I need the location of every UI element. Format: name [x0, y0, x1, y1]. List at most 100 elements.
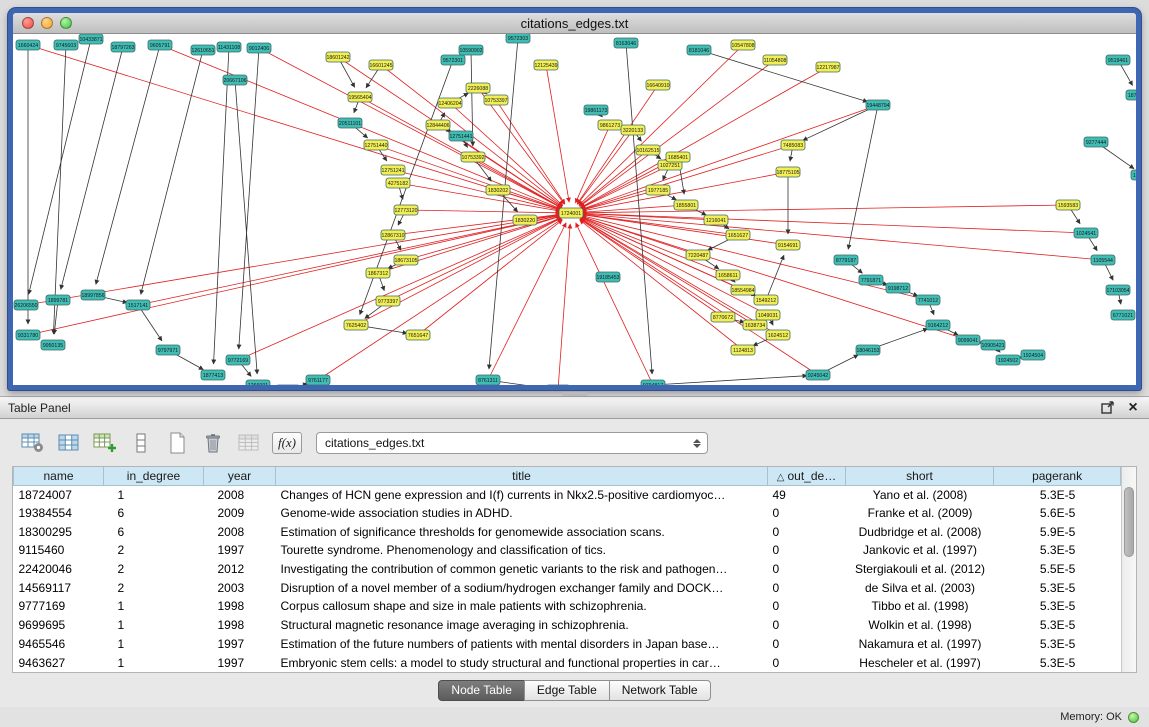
table-cell[interactable]: 0 [768, 597, 846, 616]
citation-edge[interactable] [489, 38, 518, 369]
graph-node[interactable]: 8761311 [476, 375, 500, 385]
table-selector-dropdown[interactable]: citations_edges.txt [316, 432, 708, 454]
graph-node[interactable]: 9099041 [956, 335, 980, 345]
graph-node[interactable]: 12844406 [426, 120, 450, 130]
graph-node[interactable]: 9745603 [54, 40, 78, 50]
graph-node[interactable]: 12751241 [381, 165, 405, 175]
graph-node[interactable]: 1638734 [743, 320, 767, 330]
network-window[interactable]: citations_edges.txt 16604249745603104338… [8, 8, 1141, 390]
citation-edge[interactable] [61, 47, 123, 289]
graph-node[interactable]: 19565404 [348, 92, 372, 102]
zoom-window-button[interactable] [60, 17, 72, 29]
column-header-short[interactable]: short [846, 467, 994, 485]
graph-node[interactable]: 1049031 [756, 310, 780, 320]
table-cell[interactable]: 2009 [204, 504, 276, 523]
table-cell[interactable]: 1 [104, 485, 204, 504]
function-builder-button[interactable]: f(x) [272, 432, 302, 454]
citation-edge[interactable] [766, 255, 784, 300]
table-cell[interactable]: Stergiakouli et al. (2012) [846, 560, 994, 579]
citation-edge-red[interactable] [28, 45, 560, 210]
graph-node[interactable]: 10590902 [459, 45, 483, 55]
graph-node[interactable]: 9154691 [776, 240, 800, 250]
table-cell[interactable]: 5.3E-5 [994, 653, 1121, 672]
graph-node[interactable]: 1977185 [646, 185, 670, 195]
table-cell[interactable]: Embryonic stem cells: a model to study s… [276, 653, 768, 672]
graph-node[interactable]: 1024541 [1074, 228, 1098, 238]
table-cell[interactable]: 1 [104, 616, 204, 635]
table-cell[interactable]: 5.3E-5 [994, 485, 1121, 504]
tab-node-table[interactable]: Node Table [438, 680, 525, 701]
table-cell[interactable]: 2008 [204, 522, 276, 541]
citation-edge[interactable] [239, 48, 259, 349]
graph-node[interactable]: 18797263 [111, 42, 135, 52]
table-cell[interactable]: 0 [768, 635, 846, 654]
graph-node[interactable]: 11431108 [217, 42, 241, 52]
table-cell[interactable]: 9777169 [14, 597, 104, 616]
graph-node[interactable]: 20511101 [338, 118, 362, 128]
table-cell[interactable]: Estimation of the future numbers of pati… [276, 635, 768, 654]
table-cell[interactable]: 5.3E-5 [994, 541, 1121, 560]
citation-edge-red[interactable] [582, 213, 1086, 233]
table-columns-icon[interactable] [56, 431, 82, 455]
citation-edge-red[interactable] [580, 60, 775, 206]
citation-edge-red[interactable] [578, 130, 633, 204]
table-row[interactable]: 969969511998Structural magnetic resonanc… [14, 616, 1121, 635]
graph-node[interactable]: 26206550 [14, 300, 38, 310]
graph-node[interactable]: 1867312 [366, 268, 390, 278]
citation-edge-red[interactable] [398, 183, 560, 211]
graph-node[interactable]: 10753392 [461, 152, 485, 162]
graph-node[interactable]: 12751441 [449, 131, 473, 141]
graph-node[interactable]: 9861273 [598, 120, 622, 130]
table-cell[interactable]: 6 [104, 504, 204, 523]
citation-edge[interactable] [214, 47, 229, 364]
citation-edge-red[interactable] [581, 67, 828, 208]
graph-node[interactable]: 18775105 [776, 167, 800, 177]
citation-edge[interactable] [29, 39, 91, 294]
citation-edge[interactable] [803, 105, 878, 140]
graph-node[interactable]: 9245042 [806, 370, 830, 380]
citation-edge[interactable] [53, 45, 66, 334]
table-cell[interactable]: 0 [768, 560, 846, 579]
graph-node[interactable]: 8779187 [834, 255, 858, 265]
table-cell[interactable]: Tibbo et al. (1998) [846, 597, 994, 616]
table-cell[interactable]: Tourette syndrome. Phenomenology and cla… [276, 541, 768, 560]
table-row[interactable]: 946362711997Embryonic stem cells: a mode… [14, 653, 1121, 672]
graph-node[interactable]: 12867310 [381, 230, 405, 240]
column-header-indegree[interactable]: in_degree [104, 467, 204, 485]
graph-node[interactable]: 20667106 [223, 75, 247, 85]
float-panel-icon[interactable] [1099, 400, 1115, 416]
new-document-icon[interactable] [164, 431, 190, 455]
table-cell[interactable]: 5.6E-5 [994, 504, 1121, 523]
table-cell[interactable]: 0 [768, 653, 846, 672]
table-cell[interactable]: 9463627 [14, 653, 104, 672]
citation-edge-red[interactable] [406, 210, 560, 213]
graph-node[interactable]: 1124813 [731, 345, 755, 355]
graph-node[interactable]: 1855801 [674, 200, 698, 210]
table-cell[interactable]: Franke et al. (2009) [846, 504, 994, 523]
tab-network-table[interactable]: Network Table [609, 680, 711, 701]
graph-node[interactable]: 18601242 [326, 52, 350, 62]
column-header-title[interactable]: title [276, 467, 768, 485]
table-cell[interactable]: Wolkin et al. (1998) [846, 616, 994, 635]
table-cell[interactable]: 6 [104, 522, 204, 541]
table-cell[interactable]: 2003 [204, 578, 276, 597]
citation-edge-red[interactable] [558, 224, 570, 385]
column-header-outde[interactable]: △out_de… [768, 467, 846, 485]
table-cell[interactable]: 5.9E-5 [994, 522, 1121, 541]
table-cell[interactable]: Disruption of a novel member of a sodium… [276, 578, 768, 597]
graph-node[interactable]: 1105544 [1091, 255, 1115, 265]
table-cell[interactable]: 2 [104, 541, 204, 560]
graph-node[interactable]: 4275182 [386, 178, 410, 188]
column-header-year[interactable]: year [204, 467, 276, 485]
graph-node[interactable]: 10753397 [484, 95, 508, 105]
graph-node[interactable]: 7220487 [686, 250, 710, 260]
table-cell[interactable]: Changes of HCN gene expression and I(f) … [276, 485, 768, 504]
citation-edge[interactable] [141, 50, 203, 294]
table-settings-icon[interactable] [20, 431, 46, 455]
table-vertical-scrollbar[interactable] [1121, 467, 1136, 672]
table-row[interactable]: 977716911998Corpus callosum shape and si… [14, 597, 1121, 616]
minimize-window-button[interactable] [41, 17, 53, 29]
graph-node[interactable]: 9605791 [148, 40, 172, 50]
graph-node[interactable]: 10547808 [731, 40, 755, 50]
citation-edge-red[interactable] [26, 215, 560, 305]
